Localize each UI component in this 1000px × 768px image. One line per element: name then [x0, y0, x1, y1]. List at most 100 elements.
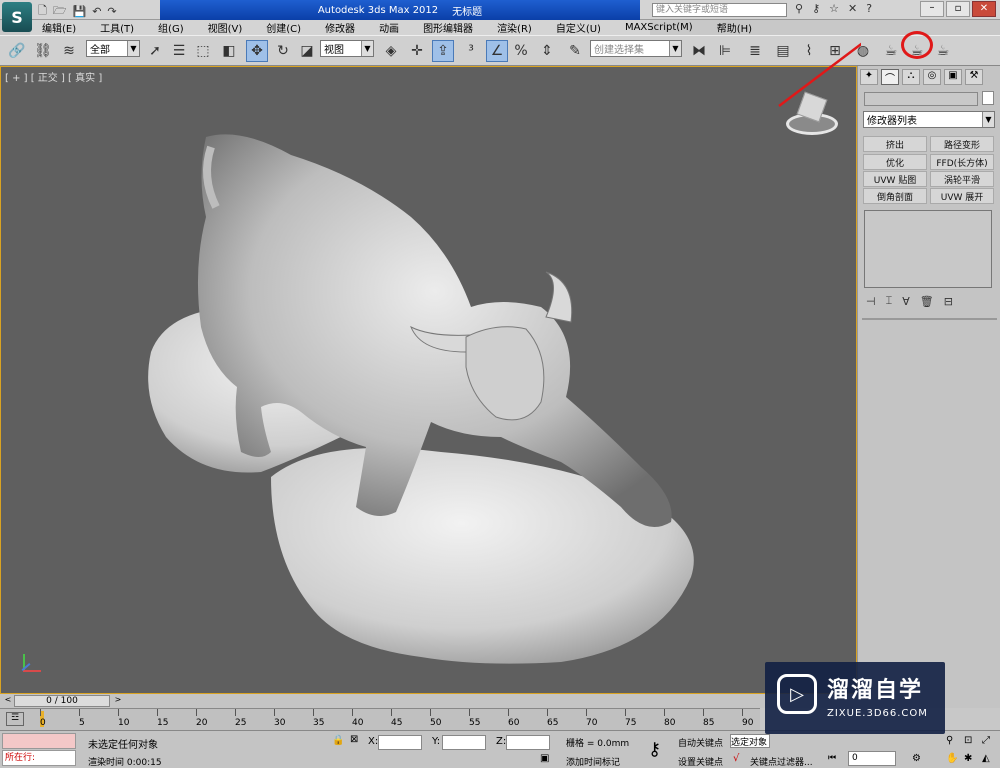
select-object-icon[interactable]: ➚	[144, 40, 166, 62]
menu-group[interactable]: 组(G)	[146, 20, 196, 35]
track-bar[interactable]: ☲ 0 5 10 15 20 25 30 35 40 45 50 55 60 65 70 75 80 85 90	[0, 708, 760, 730]
select-scale-icon[interactable]: ◪	[296, 40, 318, 62]
reference-coordinate-dropdown[interactable]: 视图 ▼	[320, 40, 374, 57]
z-coordinate-field[interactable]	[506, 735, 550, 750]
turbosmooth-button[interactable]: 涡轮平滑	[930, 171, 994, 187]
exchange-icon[interactable]: ✕	[848, 2, 857, 15]
app-logo-icon[interactable]: S	[2, 2, 32, 32]
open-file-icon[interactable]: 🗁	[53, 2, 67, 21]
bull-horn-right[interactable]	[545, 271, 573, 323]
extrude-button[interactable]: 挤出	[863, 136, 927, 152]
selection-filter-dropdown[interactable]: 全部 ▼	[86, 40, 140, 57]
time-slider-thumb[interactable]: 0 / 100	[14, 695, 110, 707]
show-end-result-icon[interactable]: ⌶	[886, 294, 893, 308]
utilities-tab-icon[interactable]: ⚒	[965, 69, 983, 85]
maximize-viewport-icon[interactable]: ⤢	[982, 735, 990, 746]
path-deform-button[interactable]: 路径变形	[930, 136, 994, 152]
menu-views[interactable]: 视图(V)	[196, 20, 255, 35]
spinner-snap-icon[interactable]: ⇕	[536, 40, 558, 62]
mini-curve-editor-icon[interactable]: ☲	[6, 712, 24, 726]
menu-tools[interactable]: 工具(T)	[88, 20, 146, 35]
menu-rendering[interactable]: 渲染(R)	[485, 20, 544, 35]
select-rotate-icon[interactable]: ↻	[272, 40, 294, 62]
field-of-view-icon[interactable]: ◭	[982, 753, 990, 764]
orbit-icon[interactable]: ✱	[964, 753, 972, 764]
time-config-icon[interactable]: ⚙	[912, 753, 921, 764]
angle-snap-icon[interactable]: ∠	[486, 40, 508, 62]
current-frame-field[interactable]: 0	[848, 751, 896, 766]
pan-icon[interactable]: ✋	[946, 753, 958, 764]
optimize-button[interactable]: 优化	[863, 154, 927, 170]
hierarchy-tab-icon[interactable]: ⛬	[902, 69, 920, 85]
star-icon[interactable]: ☆	[829, 2, 839, 15]
snaps-toggle-icon[interactable]: ³	[460, 40, 482, 62]
time-tag-icon[interactable]: ▣	[540, 753, 549, 764]
restore-button[interactable]: ▫	[946, 1, 970, 17]
perspective-viewport[interactable]: [ + ] [ 正交 ] [ 真实 ]	[0, 42, 861, 694]
help-icon[interactable]: ?	[866, 2, 872, 15]
mirror-icon[interactable]: ⧓	[688, 40, 710, 62]
add-time-tag[interactable]: 添加时间标记	[566, 755, 620, 768]
display-tab-icon[interactable]: ▣	[944, 69, 962, 85]
time-slider-prev-button[interactable]: <	[2, 695, 14, 707]
bevel-profile-button[interactable]: 倒角剖面	[863, 188, 927, 204]
binoculars-icon[interactable]: ⚲	[795, 2, 803, 15]
select-move-icon[interactable]: ✥	[246, 40, 268, 62]
layer-manager-icon[interactable]: ≣	[744, 40, 766, 62]
key-icon[interactable]: ⚷	[812, 2, 820, 15]
auto-key-button[interactable]: 自动关键点	[678, 736, 723, 749]
search-input[interactable]: 键入关键字或短语	[652, 3, 787, 17]
named-selection-dropdown[interactable]: 创建选择集 ▼	[590, 40, 682, 57]
edit-named-selection-icon[interactable]: ✎	[564, 40, 586, 62]
set-key-icon[interactable]: ⚷	[648, 739, 661, 760]
uvw-map-button[interactable]: UVW 贴图	[863, 171, 927, 187]
close-button[interactable]: ✕	[972, 1, 996, 17]
zoom-extents-icon[interactable]: ⊡	[964, 735, 972, 746]
menu-edit[interactable]: 编辑(E)	[30, 20, 88, 35]
x-coordinate-field[interactable]	[378, 735, 422, 750]
absolute-mode-icon[interactable]: ⊠	[350, 734, 358, 745]
select-manipulate-icon[interactable]: ✛	[406, 40, 428, 62]
make-unique-icon[interactable]: ∀	[902, 295, 910, 308]
y-coordinate-field[interactable]	[442, 735, 486, 750]
menu-maxscript[interactable]: MAXScript(M)	[613, 22, 705, 33]
modifier-stack-list[interactable]	[864, 210, 992, 288]
redo-icon[interactable]: ↷	[107, 5, 116, 18]
bind-space-warp-icon[interactable]: ≋	[58, 40, 80, 62]
pivot-center-icon[interactable]: ◈	[380, 40, 402, 62]
unlink-icon[interactable]: ⛓	[32, 40, 54, 62]
render-production-icon[interactable]: ☕	[932, 40, 954, 62]
configure-sets-icon[interactable]: ⊟	[944, 295, 953, 308]
go-to-start-icon[interactable]: ⏮	[828, 753, 836, 763]
key-filters-button[interactable]: 关键点过滤器...	[750, 755, 813, 768]
selection-region-icon[interactable]: ⬚	[192, 40, 214, 62]
menu-customize[interactable]: 自定义(U)	[544, 20, 613, 35]
menu-create[interactable]: 创建(C)	[254, 20, 313, 35]
set-key-mode-button[interactable]: 设置关键点	[678, 755, 723, 768]
minimize-button[interactable]: –	[920, 1, 944, 17]
modify-tab-icon[interactable]: ⌒	[881, 69, 899, 85]
select-by-name-icon[interactable]: ☰	[168, 40, 190, 62]
modifier-list-dropdown[interactable]: 修改器列表 ▼	[863, 111, 995, 128]
ffd-box-button[interactable]: FFD(长方体)	[930, 154, 994, 170]
motion-tab-icon[interactable]: ◎	[923, 69, 941, 85]
object-name-field[interactable]	[864, 92, 978, 106]
maxscript-listener[interactable]	[2, 733, 76, 749]
link-icon[interactable]: 🔗	[6, 40, 28, 62]
menu-help[interactable]: 帮助(H)	[705, 20, 764, 35]
create-tab-icon[interactable]: ✦	[860, 69, 878, 85]
keyboard-shortcut-override-icon[interactable]: ⇪	[432, 40, 454, 62]
time-slider-next-button[interactable]: >	[112, 695, 124, 707]
menu-modifiers[interactable]: 修改器	[313, 20, 367, 35]
key-selection-dropdown[interactable]: 选定对象	[730, 734, 770, 748]
save-icon[interactable]: 💾	[73, 5, 87, 18]
menu-graph-editors[interactable]: 图形编辑器	[411, 20, 485, 35]
lock-icon[interactable]: 🔒	[332, 735, 344, 746]
object-color-swatch[interactable]	[982, 91, 994, 105]
pin-stack-icon[interactable]: ⊣	[866, 295, 876, 308]
undo-icon[interactable]: ↶	[92, 5, 101, 18]
percent-snap-icon[interactable]: %	[510, 40, 532, 62]
align-icon[interactable]: ⊫	[714, 40, 736, 62]
maxscript-mini-listener[interactable]: 所在行:	[2, 750, 76, 766]
menu-animation[interactable]: 动画	[367, 20, 411, 35]
